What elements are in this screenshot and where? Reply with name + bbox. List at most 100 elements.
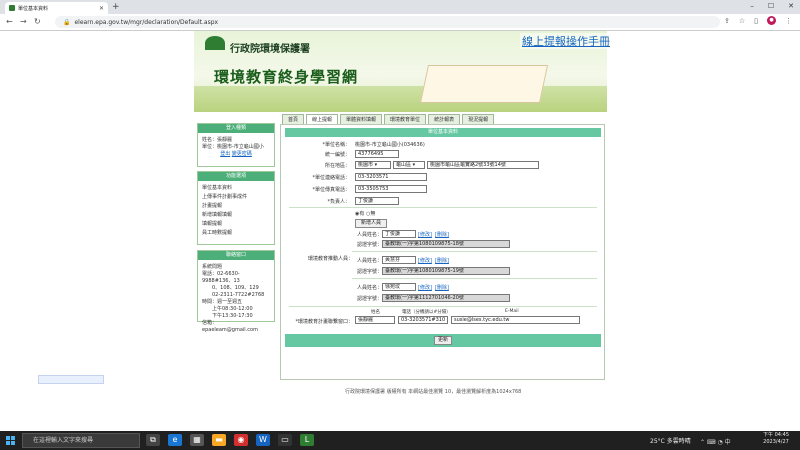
back-icon[interactable]: ← — [6, 17, 13, 26]
menu-tab-data[interactable]: 單體資料填報 — [340, 114, 383, 124]
func-item-upload[interactable]: 上傳事件計劃事成件 — [198, 193, 274, 202]
close-tab-icon[interactable]: ✕ — [99, 5, 104, 12]
cert-input: 臺教環(一)字第1080109875-19號 — [382, 267, 510, 275]
url-text: elearn.epa.gov.tw/mgr/declaration/Defaul… — [74, 18, 219, 26]
browser-tab[interactable]: 單位基本資料 ✕ — [5, 2, 108, 14]
profile-avatar[interactable]: ● — [767, 16, 776, 25]
file-explorer-icon[interactable]: ▬ — [212, 434, 226, 446]
forward-icon[interactable]: → — [20, 17, 27, 26]
func-item-hours[interactable]: 員工時數提報 — [198, 229, 274, 238]
epa-logo-icon — [205, 36, 225, 50]
func-item-plan[interactable]: 計畫提報 — [198, 202, 274, 211]
tax-id-label: 統一編號： — [324, 152, 350, 158]
minimize-icon[interactable]: – — [750, 2, 754, 10]
task-view-icon[interactable]: ⧉ — [146, 434, 160, 446]
edit-person-link[interactable]: [修改] — [418, 231, 432, 238]
head-label: *負責人： — [327, 199, 350, 205]
menu-tab-report[interactable]: 線上提報 — [306, 114, 339, 124]
menu-tab-stats[interactable]: 統計報表 — [428, 114, 461, 124]
contact-email-link[interactable]: 信箱：epaeleam@gmail.com — [198, 320, 274, 334]
delete-person-link[interactable]: [刪除] — [435, 284, 449, 291]
url-field[interactable]: 🔒 elearn.epa.gov.tw/mgr/declaration/Defa… — [55, 16, 720, 28]
taskbar-search[interactable]: 在這裡輸入文字來搜尋 — [22, 433, 140, 448]
edit-person-link[interactable]: [修改] — [418, 257, 432, 264]
login-info-panel: 登入種類 姓名：張靜麗 單位：桃園市-市立龜山國小 登出 變更密碼 — [197, 123, 275, 167]
logout-link[interactable]: 登出 — [220, 151, 230, 157]
share-icon[interactable]: ⇪ — [724, 17, 730, 25]
edit-person-link[interactable]: [修改] — [418, 284, 432, 291]
contact-line: 時間：週一至週五 — [202, 299, 243, 305]
contact-name-input[interactable]: 張靜麗 — [355, 316, 395, 324]
radio-yes-label: 有 — [359, 211, 365, 217]
contact-line: 系統問題 — [202, 264, 223, 270]
clock-date: 2023/4/27 — [763, 439, 789, 445]
row-separator — [352, 278, 597, 279]
contact-title: 聯絡窗口 — [198, 251, 274, 260]
contact-window-label: *環境教育計畫聯繫窗口： — [295, 319, 353, 325]
row-separator — [289, 306, 597, 307]
fax-input[interactable]: 03-3505753 — [355, 185, 427, 193]
app-icon[interactable]: ▭ — [278, 434, 292, 446]
unit-name-label: *單位名稱： — [322, 142, 350, 148]
contact-line: 下午13:30-17:30 — [212, 313, 253, 319]
cert-input: 臺教環(一)字第1080109875-18號 — [382, 240, 510, 248]
cert-label: 認證字號： — [357, 296, 383, 302]
window-controls: – ☐ ✕ — [750, 2, 794, 10]
update-button[interactable]: 更新 — [434, 336, 452, 345]
menu-tab-home[interactable]: 首頁 — [282, 114, 305, 124]
login-info-title: 登入種類 — [198, 124, 274, 133]
edge-icon[interactable]: e — [168, 434, 182, 446]
cert-input: 臺教環(一)字第1112701046-20號 — [382, 294, 510, 302]
func-item-submit[interactable]: 填報提報 — [198, 220, 274, 229]
store-icon[interactable]: ▦ — [190, 434, 204, 446]
menu-tab-status[interactable]: 現況提報 — [462, 114, 495, 124]
person-name-label: 人員姓名： — [357, 258, 383, 264]
city-select[interactable]: 桃園市 ▾ — [355, 161, 391, 169]
bookmark-star-icon[interactable]: ☆ — [739, 17, 745, 25]
word-icon[interactable]: W — [256, 434, 270, 446]
address-input[interactable]: 桃園市龜山區龜實路2號33號14號 — [427, 161, 539, 169]
func-item-new[interactable]: 新增填報填報 — [198, 211, 274, 220]
cert-label: 認證字號： — [357, 242, 383, 248]
line-icon[interactable]: L — [300, 434, 314, 446]
menu-dots-icon[interactable]: ⋮ — [785, 17, 792, 25]
sidepanel-icon[interactable]: ▯ — [754, 17, 758, 25]
cert-label: 認證字號： — [357, 269, 383, 275]
favicon-icon — [9, 5, 15, 11]
delete-person-link[interactable]: [刪除] — [435, 257, 449, 264]
new-tab-icon[interactable]: + — [112, 2, 120, 12]
manual-link[interactable]: 線上提報操作手冊 — [520, 33, 612, 49]
clock[interactable]: 下午 04:45 2023/4/27 — [763, 432, 789, 446]
fax-label: *單位傳真電話： — [312, 187, 350, 193]
user-unit: 單位：桃園市-市立龜山國小 — [202, 144, 264, 150]
add-person-button[interactable]: 新增人員 — [355, 219, 387, 228]
status-hint — [38, 375, 104, 384]
delete-person-link[interactable]: [刪除] — [435, 231, 449, 238]
contact-phone-input[interactable]: 03-3203571#310 — [398, 316, 448, 324]
windows-start-icon[interactable] — [6, 436, 15, 445]
phone-input[interactable]: 03-3203571 — [355, 173, 427, 181]
weather-widget[interactable]: 25°C 多雲時晴 — [650, 436, 691, 445]
menu-tab-unit[interactable]: 環境教育單位 — [384, 114, 427, 124]
close-window-icon[interactable]: ✕ — [788, 2, 794, 10]
contact-panel: 聯絡窗口 系統問題 電話：02-6630-9988#136、13 0、108、1… — [197, 250, 275, 333]
change-password-link[interactable]: 變更密碼 — [232, 151, 252, 157]
chrome-icon[interactable]: ◉ — [234, 434, 248, 446]
person-name-input[interactable]: 丁俊謙 — [382, 230, 416, 238]
site-title: 環境教育終身學習網 — [214, 68, 359, 86]
page-footer: 行政院環境保護署 版權所有 本網站最佳瀏覽 10，最佳瀏覽解析度為1024x76… — [345, 389, 522, 395]
address-label: 所在地區： — [324, 163, 350, 169]
func-item-unit-info[interactable]: 單位基本資料 — [198, 184, 274, 193]
tab-title: 單位基本資料 — [18, 5, 49, 12]
clock-time: 下午 04:45 — [763, 432, 789, 438]
system-tray-icons[interactable]: ⌃ ⌨ ◔ 中 — [700, 437, 731, 446]
head-input[interactable]: 丁俊謙 — [355, 197, 399, 205]
tax-id-input[interactable]: 43776495 — [355, 150, 399, 158]
reload-icon[interactable]: ↻ — [34, 17, 41, 26]
person-name-input[interactable]: 徐宛玟 — [382, 283, 416, 291]
person-name-input[interactable]: 黃慧芬 — [382, 256, 416, 264]
maximize-icon[interactable]: ☐ — [768, 2, 774, 10]
district-select[interactable]: 龜山區 ▾ — [393, 161, 425, 169]
row-separator — [352, 251, 597, 252]
contact-email-input[interactable]: susie@lses.tyc.edu.tw — [451, 316, 580, 324]
